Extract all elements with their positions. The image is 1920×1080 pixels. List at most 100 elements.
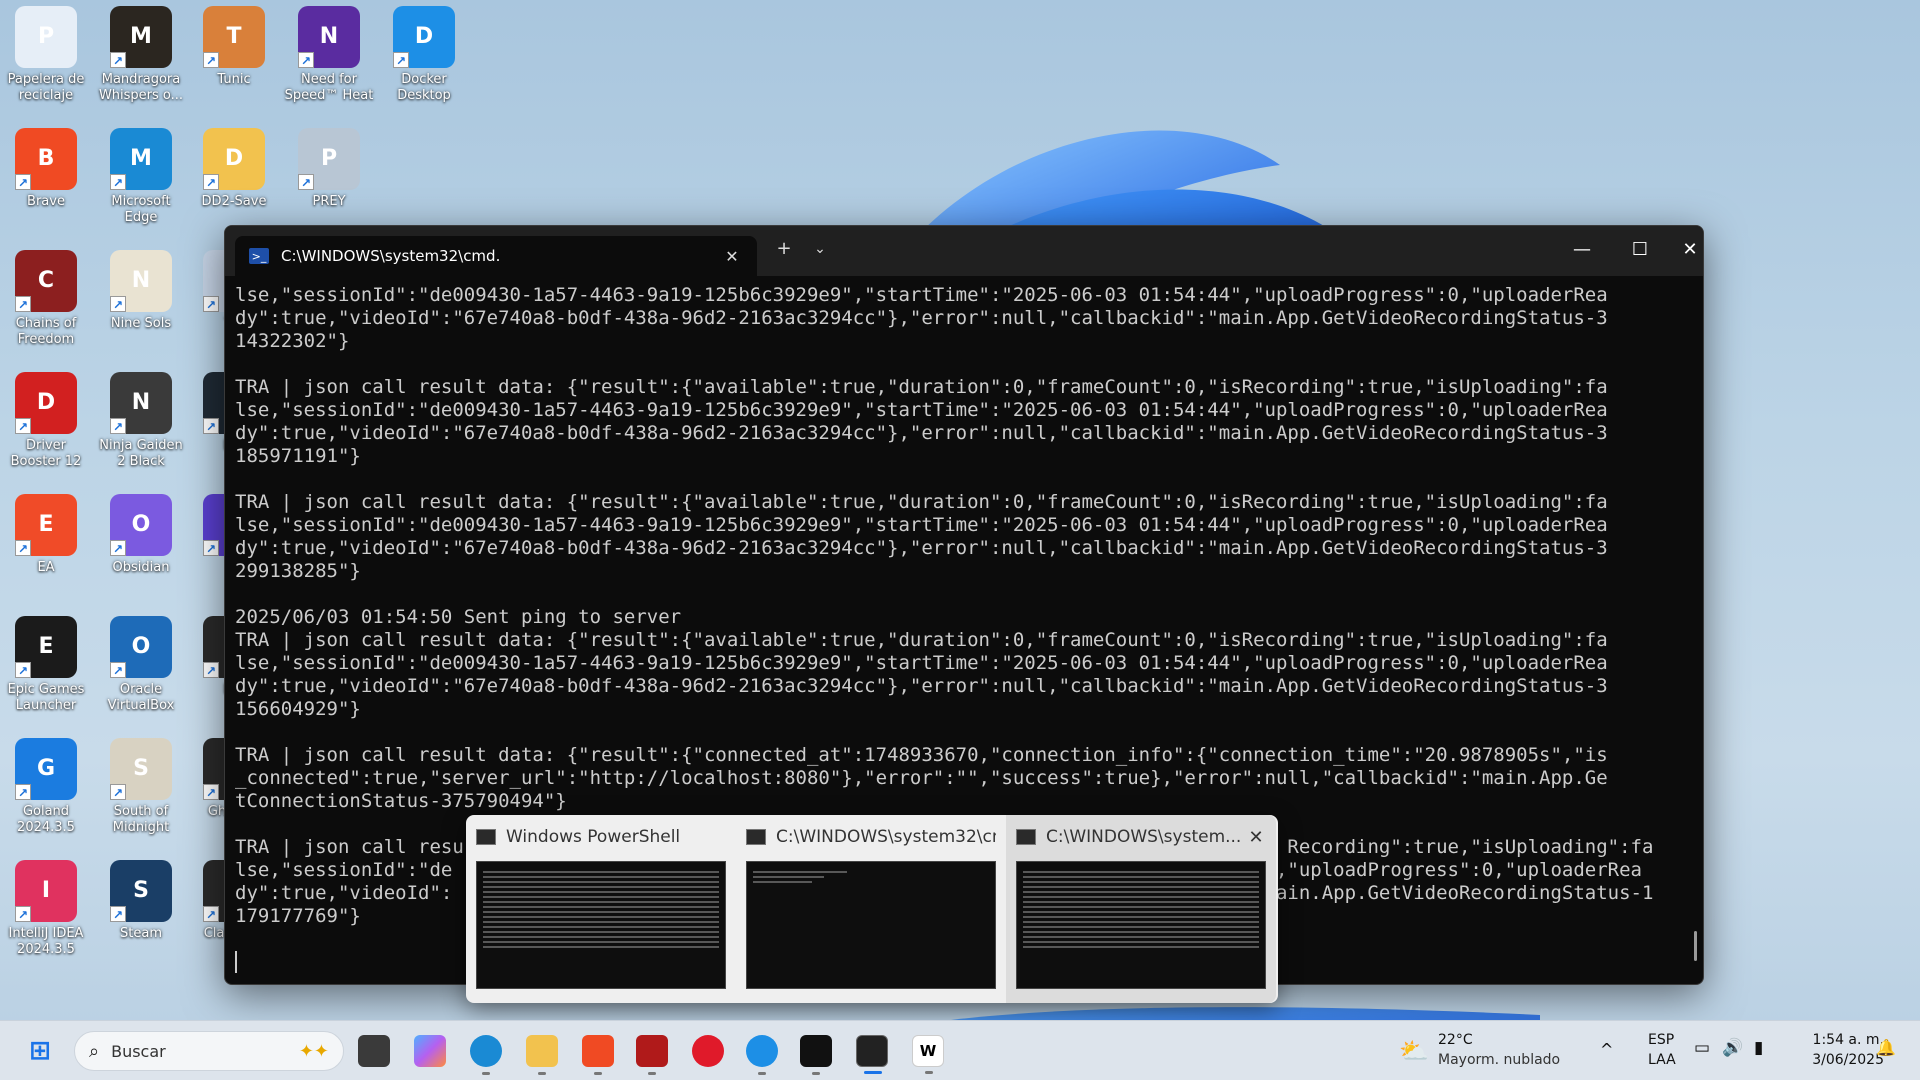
app-cube-icon[interactable] [800,1035,832,1075]
shortcut-arrow-icon: ↗ [15,418,31,434]
app-red-icon[interactable] [636,1035,668,1075]
weather-temp[interactable]: 22°C [1438,1031,1473,1049]
terminal-titlebar[interactable]: >_ C:\WINDOWS\system32\cmd. ✕ + ⌄ — ☐ ✕ [225,226,1703,276]
thumbnail-powershell[interactable]: Windows PowerShell [466,815,736,1003]
file-explorer-icon[interactable] [526,1035,558,1075]
desktop-icon-ea[interactable]: E ↗ EA [0,494,92,576]
copilot-icon[interactable] [414,1035,446,1067]
thumbnail-title: Windows PowerShell [506,827,681,847]
maximize-button[interactable]: ☐ [1617,234,1663,266]
shortcut-arrow-icon: ↗ [110,784,126,800]
search-box[interactable]: ⌕ Buscar ✦✦ [74,1031,344,1071]
desktop-icon-label: EA [37,560,55,575]
word-w-icon[interactable]: W [912,1035,944,1074]
text-cursor [235,951,237,973]
weather-cloud-sun-icon[interactable]: ⛅ [1398,1035,1430,1067]
console-line: lse,"sessionId":"de009430-1a57-4463-9a19… [235,284,1608,306]
shortcut-arrow-icon: ↗ [15,662,31,678]
desktop-icon-ninja-gaiden[interactable]: N ↗ Ninja Gaiden 2 Black [95,372,187,470]
desktop-icon-steam[interactable]: S ↗ Steam [95,860,187,942]
network-icon[interactable]: ▭ [1694,1039,1710,1057]
terminal-icon [1016,829,1036,845]
show-hidden-icons-chevron-icon[interactable]: ^ [1600,1041,1613,1059]
shortcut-arrow-icon: ↗ [203,784,219,800]
brave-taskbar-icon[interactable] [582,1035,614,1075]
search-highlight-icon: ✦✦ [298,1040,329,1062]
desktop-icon-driver-booster[interactable]: D ↗ Driver Booster 12 [0,372,92,470]
desktop-icon-south-of-midnight[interactable]: S ↗ South of Midnight [95,738,187,836]
desktop-icon-chains-of-freedom[interactable]: C ↗ Chains of Freedom [0,250,92,348]
desktop-icon-label: South of Midnight [112,804,170,835]
console-line: 14322302"} [235,330,350,352]
notifications-bell-icon[interactable]: 🔔 [1876,1039,1896,1057]
console-line: TRA | json call result data: {"result":{… [235,491,1608,513]
shortcut-arrow-icon: ↗ [298,52,314,68]
desktop-icon-intellij[interactable]: I ↗ IntelliJ IDEA 2024.3.5 [0,860,92,958]
desktop-icon-label: Mandragora Whispers o... [98,72,184,103]
thumbnail-cmd-1[interactable]: C:\WINDOWS\system32\cm... [736,815,1006,1003]
nine-sols-icon: N ↗ [110,250,172,312]
clock-time[interactable]: 1:54 a. m. [1804,1031,1884,1049]
desktop-icon-docker[interactable]: D ↗ Docker Desktop [378,6,470,104]
start-windows-icon[interactable]: ⊞ [24,1035,56,1067]
shortcut-arrow-icon: ↗ [393,52,409,68]
mandragora-icon: M ↗ [110,6,172,68]
recycle-bin-icon: P [15,6,77,68]
desktop-icon-recycle-bin[interactable]: P Papelera de reciclaje [0,6,92,104]
media-player-icon[interactable] [692,1035,724,1067]
new-tab-button[interactable]: + [769,238,799,259]
scrollbar-thumb[interactable] [1694,931,1697,961]
task-view-icon[interactable] [358,1035,390,1067]
console-line: TRA | json call result data: {"result":{… [235,629,1608,651]
tab-cmd[interactable]: >_ C:\WINDOWS\system32\cmd. ✕ [235,236,757,276]
docker-taskbar-icon[interactable] [746,1035,778,1075]
battery-icon[interactable]: ▮ [1754,1039,1763,1057]
language[interactable]: ESP [1648,1031,1674,1049]
tunic-icon: T ↗ [203,6,265,68]
desktop-icon-prey[interactable]: P ↗ PREY [283,128,375,210]
edge-taskbar-icon[interactable] [470,1035,502,1075]
desktop-icon-label: Tunic [217,72,251,87]
desktop-icon-label: Obsidian [112,560,170,575]
desktop-icon-virtualbox[interactable]: O ↗ Oracle VirtualBox [95,616,187,714]
thumbnail-close-icon[interactable]: ✕ [1246,827,1266,848]
shortcut-arrow-icon: ↗ [15,906,31,922]
shortcut-arrow-icon: ↗ [298,174,314,190]
minimize-button[interactable]: — [1559,234,1605,266]
desktop-icon-goland[interactable]: G ↗ Goland 2024.3.5 [0,738,92,836]
desktop-icon-mandragora[interactable]: M ↗ Mandragora Whispers o... [95,6,187,104]
desktop-icon-edge[interactable]: M ↗ Microsoft Edge [95,128,187,226]
desktop-icon-label: DD2-Save [201,194,267,209]
console-line: lse,"sessionId":"de009430-1a57-4463-9a19… [235,514,1608,536]
desktop-icon-label: Goland 2024.3.5 [17,804,75,835]
search-placeholder: Buscar [111,1041,166,1061]
desktop-icon-obsidian[interactable]: O ↗ Obsidian [95,494,187,576]
console-line: lse,"sessionId":"de009430-1a57-4463-9a19… [235,399,1608,421]
desktop-icon-epic-games[interactable]: E ↗ Epic Games Launcher [0,616,92,714]
desktop-icon-need-for-speed[interactable]: N ↗ Need for Speed™ Heat [283,6,375,104]
shortcut-arrow-icon: ↗ [110,662,126,678]
close-button[interactable]: ✕ [1675,234,1703,266]
thumbnail-title: C:\WINDOWS\system32\cm... [776,827,996,847]
desktop-icon-tunic[interactable]: T ↗ Tunic [188,6,280,88]
terminal-taskbar-icon[interactable] [856,1035,888,1074]
desktop-icon-label: Epic Games Launcher [7,682,85,713]
console-line: dy":true,"videoId":"67e740a8-b0df-438a-9… [235,422,1608,444]
volume-icon[interactable]: 🔊 [1722,1039,1743,1057]
thumbnail-cmd-2[interactable]: C:\WINDOWS\system... ✕ [1006,815,1276,1003]
console-line: TRA | json call result data: {"result":{… [235,744,1608,766]
tab-dropdown-chevron-icon[interactable]: ⌄ [805,241,835,257]
keyboard-layout[interactable]: LAA [1648,1051,1676,1069]
desktop-icon-nine-sols[interactable]: N ↗ Nine Sols [95,250,187,332]
console-line: 185971191"} [235,445,361,467]
tab-close-icon[interactable]: ✕ [721,247,743,266]
desktop-icon-brave[interactable]: B ↗ Brave [0,128,92,210]
thumbnail-preview [1016,861,1266,989]
weather-desc[interactable]: Mayorm. nublado [1438,1051,1560,1069]
desktop-icon-folder[interactable]: D ↗ DD2-Save [188,128,280,210]
shortcut-arrow-icon: ↗ [15,174,31,190]
clock-date[interactable]: 3/06/2025 [1800,1051,1884,1069]
powershell-icon [476,829,496,845]
